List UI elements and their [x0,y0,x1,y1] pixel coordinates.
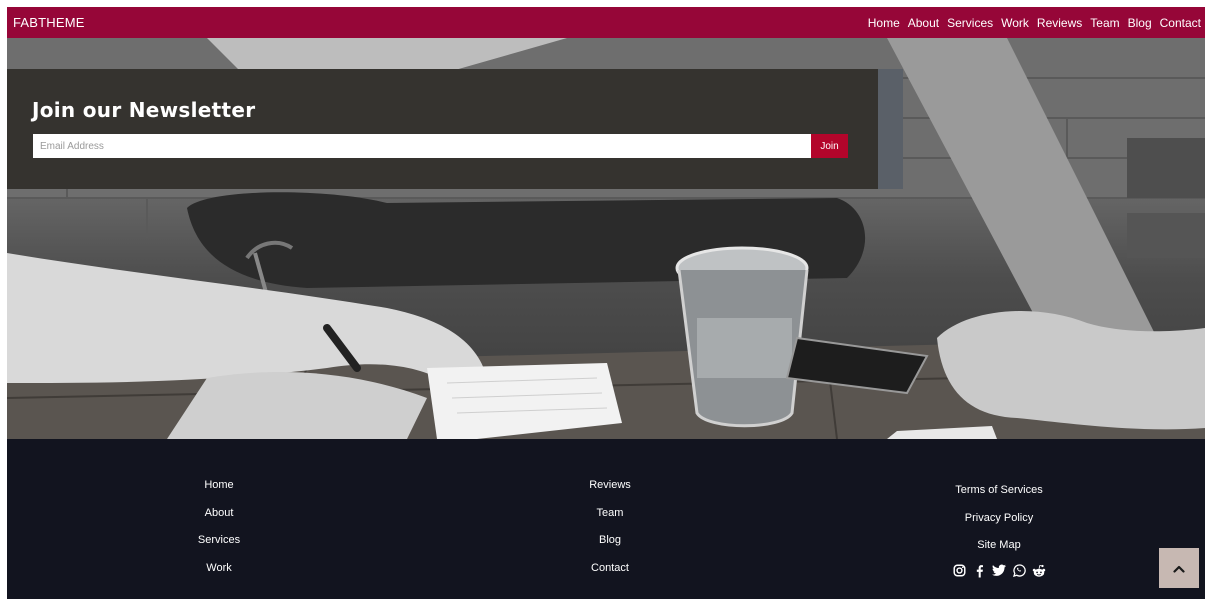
nav-link-about[interactable]: About [908,16,939,30]
nav-link-work[interactable]: Work [1001,16,1029,30]
social-icons [952,564,1046,578]
footer-link-about[interactable]: About [205,500,234,528]
reddit-icon[interactable] [1032,564,1046,578]
newsletter-section: Join our Newsletter Join [7,69,878,189]
whatsapp-icon[interactable] [1012,564,1026,578]
newsletter-title: Join our Newsletter [32,98,256,122]
join-button[interactable]: Join [811,134,848,158]
nav-link-blog[interactable]: Blog [1128,16,1152,30]
footer-column-secondary: Reviews Team Blog Contact [560,472,660,582]
chevron-up-icon [1173,561,1185,576]
newsletter-side-strip [878,69,903,189]
twitter-icon[interactable] [992,564,1006,578]
brand-logo[interactable]: FABTHEME [7,15,85,30]
footer-link-work[interactable]: Work [206,555,231,583]
nav-link-home[interactable]: Home [868,16,900,30]
footer-link-contact[interactable]: Contact [591,555,629,583]
back-to-top-button[interactable] [1159,548,1199,588]
footer-link-privacy[interactable]: Privacy Policy [965,505,1033,533]
email-input[interactable] [33,134,811,158]
navbar: FABTHEME Home About Services Work Review… [7,7,1205,38]
footer-link-reviews[interactable]: Reviews [589,472,631,500]
nav-link-reviews[interactable]: Reviews [1037,16,1082,30]
footer-column-legal: Terms of Services Privacy Policy Site Ma… [949,477,1049,578]
nav-link-team[interactable]: Team [1090,16,1119,30]
instagram-icon[interactable] [952,564,966,578]
footer-link-services[interactable]: Services [198,527,240,555]
nav-link-contact[interactable]: Contact [1160,16,1201,30]
page: FABTHEME Home About Services Work Review… [7,7,1205,599]
footer-link-terms[interactable]: Terms of Services [955,477,1042,505]
nav-links: Home About Services Work Reviews Team Bl… [868,16,1205,30]
footer: Home About Services Work Reviews Team Bl… [7,439,1205,599]
footer-link-sitemap[interactable]: Site Map [977,532,1020,560]
footer-link-home[interactable]: Home [204,472,233,500]
footer-link-blog[interactable]: Blog [599,527,621,555]
footer-link-team[interactable]: Team [597,500,624,528]
footer-column-main: Home About Services Work [169,472,269,582]
nav-link-services[interactable]: Services [947,16,993,30]
facebook-icon[interactable] [972,564,986,578]
